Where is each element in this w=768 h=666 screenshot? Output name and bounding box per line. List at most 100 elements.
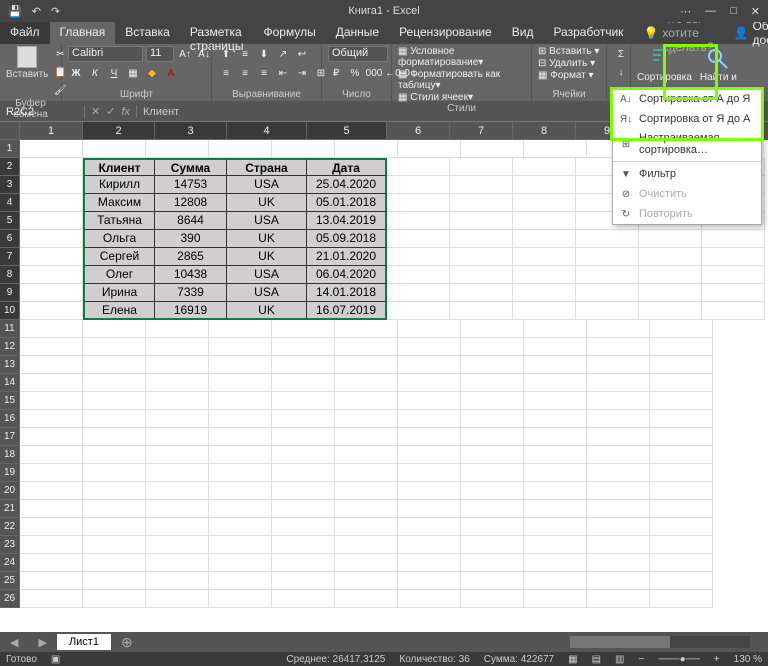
menu-sort-desc[interactable]: Я↓Сортировка от Я до А (613, 109, 761, 129)
cell[interactable] (146, 140, 209, 158)
zoom-in-icon[interactable]: + (714, 654, 720, 665)
cell[interactable] (587, 572, 650, 590)
menu-sort-asc[interactable]: А↓Сортировка от А до Я (613, 89, 761, 109)
cell[interactable] (450, 284, 513, 302)
cell[interactable] (398, 482, 461, 500)
row-header[interactable]: 9 (0, 284, 20, 302)
cell[interactable] (20, 266, 83, 284)
cell[interactable] (461, 572, 524, 590)
cell[interactable] (146, 482, 209, 500)
cell[interactable] (20, 302, 83, 320)
col-header[interactable]: 4 (227, 122, 307, 140)
cell[interactable] (461, 590, 524, 608)
cell[interactable] (513, 176, 576, 194)
cell[interactable] (272, 482, 335, 500)
cell[interactable] (146, 518, 209, 536)
format-cells-button[interactable]: ▦ Формат ▾ (538, 70, 599, 81)
cell[interactable] (398, 140, 461, 158)
cell[interactable] (702, 230, 765, 248)
cell[interactable] (587, 374, 650, 392)
menu-custom-sort[interactable]: ⊞Настраиваемая сортировка… (613, 129, 761, 159)
save-icon[interactable]: 💾 (8, 5, 22, 18)
cell[interactable] (20, 572, 83, 590)
cell[interactable] (450, 230, 513, 248)
cell[interactable] (146, 338, 209, 356)
cell[interactable] (335, 536, 398, 554)
row-header[interactable]: 8 (0, 266, 20, 284)
cell[interactable] (398, 428, 461, 446)
cell[interactable] (524, 356, 587, 374)
cell[interactable] (146, 374, 209, 392)
cell[interactable]: USA (227, 176, 307, 194)
cell[interactable] (146, 392, 209, 410)
col-header[interactable]: 6 (387, 122, 450, 140)
cell[interactable] (461, 410, 524, 428)
cell[interactable] (83, 356, 146, 374)
find-select-button[interactable]: Найти и (700, 46, 737, 83)
tab-view[interactable]: Вид (502, 22, 544, 44)
cancel-formula-icon[interactable]: ✕ (91, 105, 100, 118)
cell[interactable] (146, 320, 209, 338)
cell[interactable]: Олег (83, 266, 155, 284)
row-header[interactable]: 22 (0, 518, 20, 536)
cell[interactable] (702, 302, 765, 320)
sort-filter-button[interactable]: Сортировка (637, 46, 692, 83)
cell[interactable] (398, 338, 461, 356)
sheet-nav-prev[interactable]: ◀ (0, 636, 28, 649)
cell[interactable] (83, 554, 146, 572)
cell[interactable] (335, 572, 398, 590)
cell[interactable]: 05.01.2018 (307, 194, 387, 212)
cell[interactable]: USA (227, 284, 307, 302)
sheet-tab[interactable]: Лист1 (57, 634, 111, 650)
comma-icon[interactable]: 000 (366, 65, 382, 81)
cell[interactable] (209, 572, 272, 590)
cell[interactable] (587, 536, 650, 554)
cell[interactable] (576, 266, 639, 284)
col-header[interactable]: 5 (307, 122, 387, 140)
cell[interactable] (524, 572, 587, 590)
cell[interactable] (398, 446, 461, 464)
cell[interactable] (272, 554, 335, 572)
row-header[interactable]: 26 (0, 590, 20, 608)
cell[interactable] (272, 464, 335, 482)
fill-color-icon[interactable]: ◆ (144, 65, 160, 81)
col-header[interactable]: 1 (20, 122, 83, 140)
cell[interactable] (702, 248, 765, 266)
cell[interactable] (272, 572, 335, 590)
cell-styles-button[interactable]: ▦ Стили ячеек▾ (398, 92, 525, 103)
cell[interactable] (387, 248, 450, 266)
cell[interactable] (587, 410, 650, 428)
delete-cells-button[interactable]: ⊟ Удалить ▾ (538, 58, 599, 69)
cell[interactable] (524, 338, 587, 356)
cell[interactable] (450, 266, 513, 284)
cell[interactable] (650, 356, 713, 374)
row-header[interactable]: 18 (0, 446, 20, 464)
italic-icon[interactable]: К (87, 65, 103, 81)
menu-reapply[interactable]: ↻Повторить (613, 204, 761, 224)
cell[interactable] (83, 572, 146, 590)
cell[interactable] (209, 518, 272, 536)
redo-icon[interactable]: ↷ (51, 5, 60, 18)
font-color-icon[interactable]: A (163, 65, 179, 81)
cell[interactable] (146, 446, 209, 464)
menu-clear[interactable]: ⊘Очистить (613, 184, 761, 204)
cell[interactable]: 14.01.2018 (307, 284, 387, 302)
cell[interactable] (513, 302, 576, 320)
cell[interactable]: 2865 (155, 248, 227, 266)
cell[interactable] (587, 554, 650, 572)
minimize-icon[interactable]: — (705, 5, 716, 18)
cell[interactable] (650, 338, 713, 356)
cell[interactable] (209, 374, 272, 392)
col-header[interactable]: 7 (450, 122, 513, 140)
cell[interactable] (587, 482, 650, 500)
percent-icon[interactable]: % (347, 65, 363, 81)
cell[interactable]: Ирина (83, 284, 155, 302)
cell[interactable] (398, 536, 461, 554)
cell[interactable] (398, 518, 461, 536)
indent-dec-icon[interactable]: ⇤ (275, 65, 291, 81)
cell[interactable] (209, 500, 272, 518)
cell[interactable] (513, 194, 576, 212)
cell[interactable] (587, 446, 650, 464)
cell[interactable] (398, 572, 461, 590)
cell[interactable] (335, 446, 398, 464)
